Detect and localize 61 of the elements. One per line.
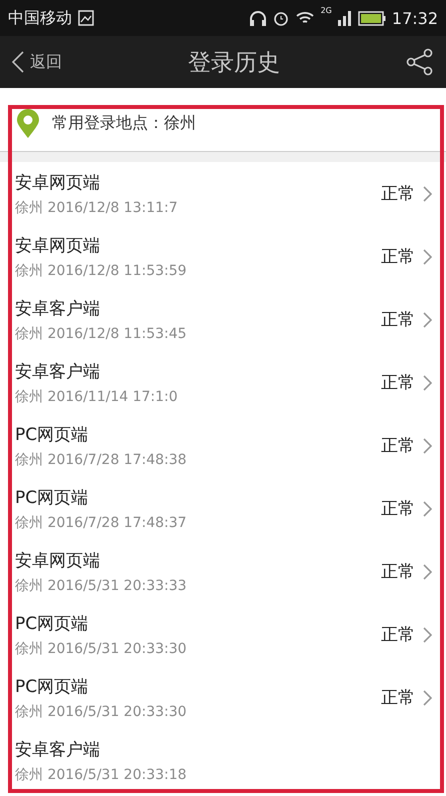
login-status: 正常 <box>381 372 415 394</box>
network-type: 2G <box>320 6 332 15</box>
client-type: PC网页端 <box>15 486 90 508</box>
chevron-icon <box>423 248 432 264</box>
chevron-icon <box>423 186 432 202</box>
client-type: 安卓客户端 <box>15 738 101 760</box>
client-type: PC网页端 <box>15 424 90 446</box>
login-detail: 徐州 2016/5/31 20:33:33 <box>15 576 188 594</box>
login-detail: 徐州 2016/7/28 17:48:38 <box>15 450 188 468</box>
login-detail: 徐州 2016/5/31 20:33:30 <box>15 702 188 720</box>
chevron-icon <box>423 690 432 706</box>
headphones-icon <box>248 10 267 26</box>
login-status: 正常 <box>381 246 415 268</box>
share-icon[interactable] <box>406 48 434 76</box>
client-type: 安卓网页端 <box>15 234 101 256</box>
chevron-icon <box>423 312 432 328</box>
login-record[interactable]: 安卓客户端 徐州 2016/12/8 11:53:45 正常 <box>0 288 446 351</box>
alarm-icon <box>272 10 289 26</box>
chevron-icon <box>423 438 432 454</box>
login-record[interactable]: 安卓客户端 徐州 2016/11/14 17:1:0 正常 <box>0 351 446 414</box>
chevron-icon <box>423 500 432 516</box>
login-record[interactable]: PC网页端 徐州 2016/5/31 20:33:30 正常 <box>0 603 446 666</box>
login-record[interactable]: PC网页端 徐州 2016/5/31 20:33:30 正常 <box>0 666 446 729</box>
chevron-icon <box>423 564 432 580</box>
login-detail: 徐州 2016/12/8 11:53:59 <box>15 262 188 280</box>
login-status: 正常 <box>381 183 415 205</box>
chevron-icon <box>423 374 432 390</box>
login-detail: 徐州 2016/7/28 17:48:37 <box>15 514 188 532</box>
client-type: 安卓网页端 <box>15 550 101 572</box>
client-type: PC网页端 <box>15 612 90 634</box>
login-detail: 徐州 2016/11/14 17:1:0 <box>15 388 179 406</box>
login-status: 正常 <box>381 687 415 709</box>
login-record[interactable]: 安卓网页端 徐州 2016/5/31 20:33:33 正常 <box>0 540 446 603</box>
page-title: 登录历史 <box>187 48 281 78</box>
clock-time: 17:32 <box>392 8 438 28</box>
login-status: 正常 <box>381 624 415 646</box>
login-record[interactable]: 安卓网页端 徐州 2016/12/8 13:11:7 正常 <box>0 162 446 225</box>
login-record[interactable]: 安卓客户端 徐州 2016/5/31 20:33:18 <box>0 729 446 792</box>
login-detail: 徐州 2016/5/31 20:33:18 <box>15 766 188 784</box>
login-record[interactable]: 安卓网页端 徐州 2016/12/8 11:53:59 正常 <box>0 225 446 288</box>
chevron-icon <box>423 626 432 642</box>
signal-icon <box>338 10 352 26</box>
location-label: 常用登录地点：徐州 <box>52 113 196 134</box>
login-status: 正常 <box>381 435 415 457</box>
login-record[interactable]: PC网页端 徐州 2016/7/28 17:48:37 正常 <box>0 477 446 540</box>
battery-icon <box>358 10 386 26</box>
login-detail: 徐州 2016/5/31 20:33:30 <box>15 640 188 658</box>
image-icon <box>78 10 94 26</box>
login-status: 正常 <box>381 498 415 520</box>
client-type: PC网页端 <box>15 676 90 698</box>
carrier-name: 中国移动 <box>8 8 72 28</box>
client-type: 安卓网页端 <box>15 172 101 194</box>
login-detail: 徐州 2016/12/8 13:11:7 <box>15 198 179 216</box>
location-pin-icon <box>16 108 40 138</box>
login-record[interactable]: PC网页端 徐州 2016/7/28 17:48:38 正常 <box>0 414 446 477</box>
back-button[interactable]: 返回 <box>12 51 62 73</box>
client-type: 安卓客户端 <box>15 360 101 382</box>
login-status: 正常 <box>381 561 415 583</box>
client-type: 安卓客户端 <box>15 298 101 320</box>
login-status: 正常 <box>381 309 415 331</box>
login-detail: 徐州 2016/12/8 11:53:45 <box>15 324 188 342</box>
